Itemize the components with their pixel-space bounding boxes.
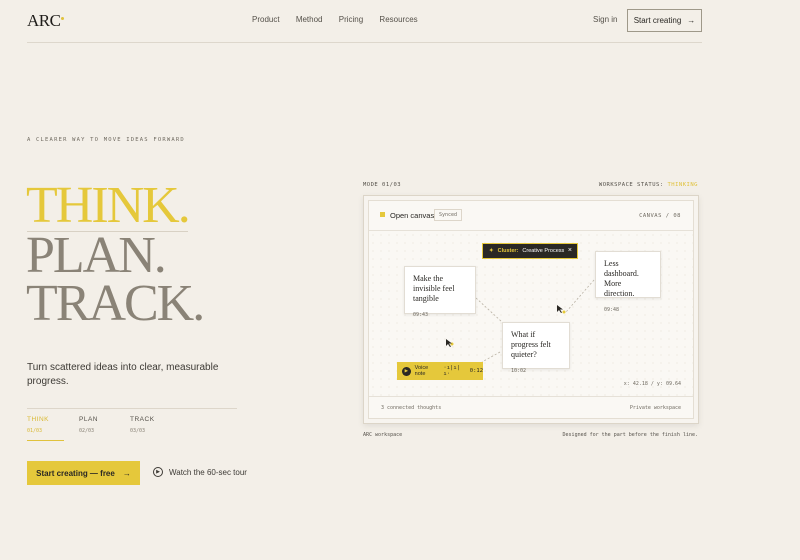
step-label: PLAN	[79, 416, 98, 423]
arrow-right-icon: →	[122, 468, 131, 478]
nav-item-method[interactable]: Method	[296, 15, 323, 24]
canvas-header: Open canvas Synced CANVAS / 08	[369, 201, 693, 231]
workspace-status: WORKSPACE STATUS: THINKING	[599, 182, 698, 188]
cluster-tag[interactable]: ✦ Cluster: Creative Process ×	[482, 243, 578, 259]
sparkle-icon: ✦	[489, 248, 494, 254]
canvas-square-icon	[380, 212, 385, 217]
cta-label: Start creating — free	[36, 468, 115, 478]
thought-card[interactable]: Less dashboard. More direction. 09:48	[595, 251, 661, 313]
synced-badge: Synced	[434, 209, 463, 221]
voice-note-duration: 0:12	[469, 368, 484, 374]
step-label: TRACK	[130, 416, 155, 423]
hero-lede: Turn scattered ideas into clear, measura…	[27, 362, 219, 387]
step-track[interactable]: TRACK 03/03	[130, 416, 155, 434]
workspace-caption: ARC workspace	[363, 432, 403, 438]
connected-thoughts-count: 3 connected thoughts	[381, 405, 442, 411]
start-creating-free-button[interactable]: Start creating — free →	[27, 461, 140, 485]
main-nav: Product Method Pricing Resources	[252, 15, 432, 24]
sign-in-link[interactable]: Sign in	[593, 15, 617, 24]
step-label: THINK	[27, 416, 49, 423]
play-icon: ▶	[153, 467, 163, 477]
steps-divider	[27, 408, 237, 409]
cluster-prefix: Cluster:	[497, 248, 519, 254]
thought-card-title: What if progress felt quieter?	[511, 330, 551, 359]
thought-card-title: Make the invisible feel tangible	[413, 274, 455, 303]
nav-item-resources[interactable]: Resources	[379, 15, 417, 24]
workspace-status-value: THINKING	[667, 182, 698, 188]
mode-indicator: MODE 01/03	[363, 182, 402, 188]
logo[interactable]: ARC	[27, 11, 65, 31]
active-step-indicator	[27, 440, 64, 441]
tour-label: Watch the 60-sec tour	[169, 467, 247, 477]
thought-card-title: Less dashboard. More direction.	[604, 259, 639, 298]
thought-card-time: 09:48	[604, 307, 620, 313]
voice-note[interactable]: ▶ Voice note ·ı|ı|ı· 0:12	[397, 362, 483, 380]
hero-eyebrow: A CLEARER WAY TO MOVE IDEAS FORWARD	[27, 137, 185, 143]
start-creating-label: Start creating	[633, 16, 682, 25]
play-icon[interactable]: ▶	[402, 366, 411, 376]
voice-note-label: Voice note	[414, 365, 429, 377]
hero-line-think: THINK.	[26, 177, 191, 234]
close-icon[interactable]: ×	[568, 247, 572, 254]
workspace-status-label: WORKSPACE STATUS:	[598, 182, 664, 188]
nav-item-product[interactable]: Product	[252, 15, 280, 24]
start-creating-button[interactable]: Start creating →	[627, 9, 702, 32]
cursor-coordinates: x: 42.18 / y: 09.64	[623, 381, 681, 387]
canvas-footer: 3 connected thoughts Private workspace	[369, 396, 693, 418]
thought-card-time: 09:43	[413, 312, 429, 318]
cluster-name: Creative Process	[522, 248, 565, 254]
canvas-number: CANVAS / 08	[639, 213, 681, 219]
arrow-right-icon: →	[687, 16, 696, 25]
thought-card[interactable]: What if progress felt quieter? 10:02	[502, 322, 570, 374]
watch-tour-link[interactable]: ▶ Watch the 60-sec tour	[153, 467, 247, 477]
step-number: 02/03	[79, 428, 95, 434]
workspace-privacy: Private workspace	[629, 405, 681, 411]
step-number: 01/03	[27, 428, 43, 434]
thought-card-time: 10:02	[511, 368, 527, 374]
step-plan[interactable]: PLAN 02/03	[79, 416, 98, 434]
logo-dot	[61, 17, 65, 20]
thought-card[interactable]: Make the invisible feel tangible 09:43	[404, 266, 476, 318]
hero-line-track: TRACK.	[26, 275, 205, 332]
step-think[interactable]: THINK 01/03	[27, 416, 49, 434]
waveform-icon: ·ı|ı|ı·	[443, 365, 460, 377]
site-header: ARC Product Method Pricing Resources Sig…	[27, 0, 702, 43]
step-number: 03/03	[130, 428, 146, 434]
canvas-title: Open canvas	[390, 211, 435, 220]
nav-item-pricing[interactable]: Pricing	[339, 15, 363, 24]
tagline-caption: Designed for the part before the finish …	[562, 432, 698, 438]
